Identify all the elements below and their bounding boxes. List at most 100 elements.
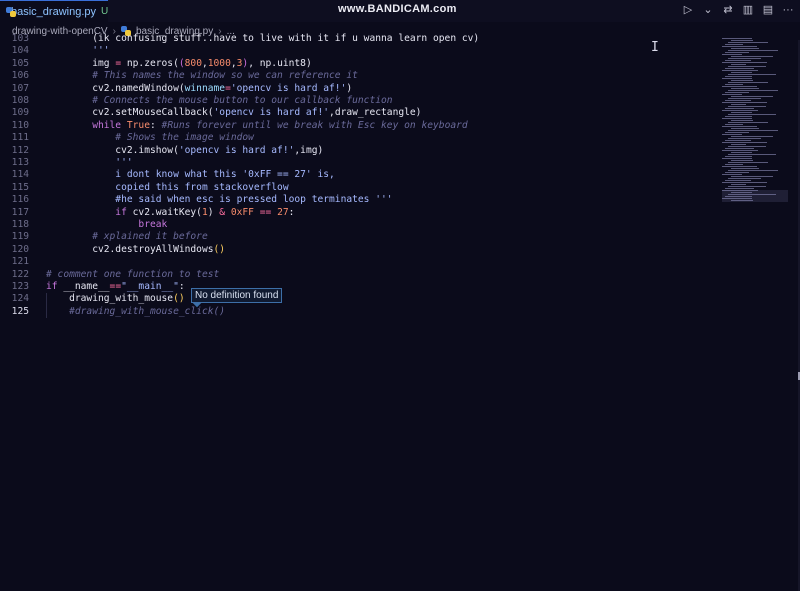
minimap-line — [725, 84, 743, 85]
code-token: "__main__" — [121, 281, 179, 292]
code-editor[interactable]: 103 (ik confusing stuff..have to live wi… — [0, 33, 720, 333]
minimap-line — [722, 78, 752, 79]
split-editor-icon[interactable]: ▥ — [742, 3, 754, 16]
code-token: 'opencv is hard af!' — [178, 144, 295, 156]
minimap-line — [722, 54, 742, 55]
code-line[interactable]: 111 # Shows the image window — [0, 132, 720, 144]
code-token: == — [109, 281, 122, 292]
layout-icon[interactable]: ▤ — [762, 3, 774, 16]
code-line[interactable]: 123 if __name__=="__main__": — [0, 281, 720, 293]
code-token: #Runs forever until we break with Esc ke… — [161, 119, 468, 131]
minimap-line — [722, 134, 742, 135]
code-token: cv2.waitKey( — [132, 206, 202, 218]
code-line[interactable]: 117 if cv2.waitKey(1) & 0xFF == 27: — [0, 207, 720, 219]
minimap[interactable] — [722, 38, 788, 203]
code-line[interactable]: 120 cv2.destroyAllWindows() — [0, 244, 720, 256]
line-number: 105 — [11, 57, 29, 69]
line-number: 114 — [11, 169, 29, 181]
minimap-line — [728, 186, 766, 187]
code-token: 27 — [277, 206, 289, 218]
minimap-line — [731, 96, 773, 97]
code-token: # Shows the image window — [46, 132, 254, 144]
code-text: copied this from stackoverflow — [46, 182, 288, 194]
minimap-line — [731, 176, 773, 177]
code-line[interactable]: 119 # xplained it before — [0, 231, 720, 243]
code-line[interactable]: 118 break — [0, 219, 720, 231]
line-number: 109 — [11, 107, 29, 119]
minimap-line — [722, 62, 767, 63]
minimap-line — [731, 56, 773, 57]
more-actions-icon[interactable]: ··· — [782, 4, 794, 16]
code-line[interactable]: 107 cv2.namedWindow(winname='opencv is h… — [0, 83, 720, 95]
minimap-viewport[interactable] — [722, 190, 788, 202]
code-text: # This names the window so we can refere… — [46, 70, 358, 82]
minimap-line — [722, 150, 758, 151]
code-token: (ik confusing stuff..have to live with i… — [46, 33, 480, 44]
code-line[interactable]: 112 cv2.imshow('opencv is hard af!',img) — [0, 145, 720, 157]
code-line[interactable]: 116 #he said when esc is pressed loop te… — [0, 194, 720, 206]
code-line[interactable]: 124 drawing_with_mouse() — [0, 293, 720, 306]
code-token: #drawing_with_mouse_click() — [46, 305, 226, 317]
code-token: drawing_with_mouse — [46, 293, 174, 305]
code-line[interactable]: 114 i dont know what this '0xFF == 27' i… — [0, 169, 720, 181]
compare-icon[interactable]: ⇄ — [722, 3, 734, 16]
line-number: 113 — [11, 157, 29, 168]
minimap-line — [728, 170, 778, 171]
code-token: ) — [207, 206, 220, 218]
code-token: if — [46, 281, 64, 292]
code-token: if — [46, 206, 133, 218]
minimap-line — [731, 184, 746, 185]
code-token: ,img) — [294, 144, 324, 156]
code-token: ''' — [46, 157, 133, 168]
code-token: img — [46, 57, 116, 69]
code-token: # Connects the mouse button to our callb… — [46, 95, 393, 106]
indent-guide — [46, 305, 47, 319]
minimap-line — [728, 74, 776, 75]
minimap-line — [731, 144, 746, 145]
minimap-line — [725, 68, 754, 69]
minimap-line — [722, 102, 767, 103]
code-token: ,draw_rectangle) — [329, 107, 422, 119]
minimap-line — [728, 98, 761, 99]
code-line[interactable]: 110 while True: #Runs forever until we b… — [0, 120, 720, 132]
code-line[interactable]: 115 copied this from stackoverflow — [0, 182, 720, 194]
tab-basic-drawing[interactable]: basic_drawing.py U — [0, 0, 108, 22]
minimap-line — [725, 132, 749, 133]
line-number: 118 — [11, 219, 29, 230]
minimap-line — [731, 120, 753, 121]
code-line[interactable]: 109 cv2.setMouseCallback('opencv is hard… — [0, 107, 720, 119]
minimap-line — [725, 92, 749, 93]
code-line[interactable]: 103 (ik confusing stuff..have to live wi… — [0, 33, 720, 45]
minimap-line — [731, 136, 773, 137]
code-line[interactable]: 122 # comment one function to test — [0, 269, 720, 281]
code-text: break — [46, 219, 167, 231]
line-number: 120 — [11, 243, 29, 255]
run-icon[interactable]: ▷ — [682, 3, 694, 16]
minimap-line — [731, 48, 759, 49]
code-token: #he said when esc is pressed loop termin… — [46, 194, 393, 206]
run-dropdown-icon[interactable]: ⌄ — [702, 3, 714, 16]
minimap-line — [728, 130, 778, 131]
code-text: img = np.zeros((800,1000,3), np.uint8) — [46, 58, 312, 70]
code-token: cv2.destroyAllWindows — [46, 243, 214, 255]
code-text: ''' — [46, 45, 110, 57]
code-line[interactable]: 113 ''' — [0, 157, 720, 169]
code-line[interactable]: 106 # This names the window so we can re… — [0, 70, 720, 82]
code-line[interactable]: 121 — [0, 256, 720, 268]
minimap-line — [722, 70, 758, 71]
code-line[interactable]: 125 #drawing_with_mouse_click() — [0, 305, 720, 319]
code-text: # xplained it before — [46, 231, 208, 243]
minimap-line — [731, 160, 753, 161]
line-number: 117 — [11, 206, 29, 218]
code-token: cv2.namedWindow( — [46, 82, 185, 94]
code-token: ''' — [46, 45, 110, 57]
code-token: ) — [346, 82, 353, 94]
code-text: #drawing_with_mouse_click() — [46, 306, 225, 318]
minimap-line — [728, 66, 766, 67]
code-token: 1000 — [207, 57, 231, 69]
code-line[interactable]: 108 # Connects the mouse button to our c… — [0, 95, 720, 107]
code-line[interactable]: 104 ''' — [0, 45, 720, 57]
line-number: 110 — [11, 119, 29, 131]
minimap-line — [728, 138, 761, 139]
code-line[interactable]: 105 img = np.zeros((800,1000,3), np.uint… — [0, 58, 720, 70]
